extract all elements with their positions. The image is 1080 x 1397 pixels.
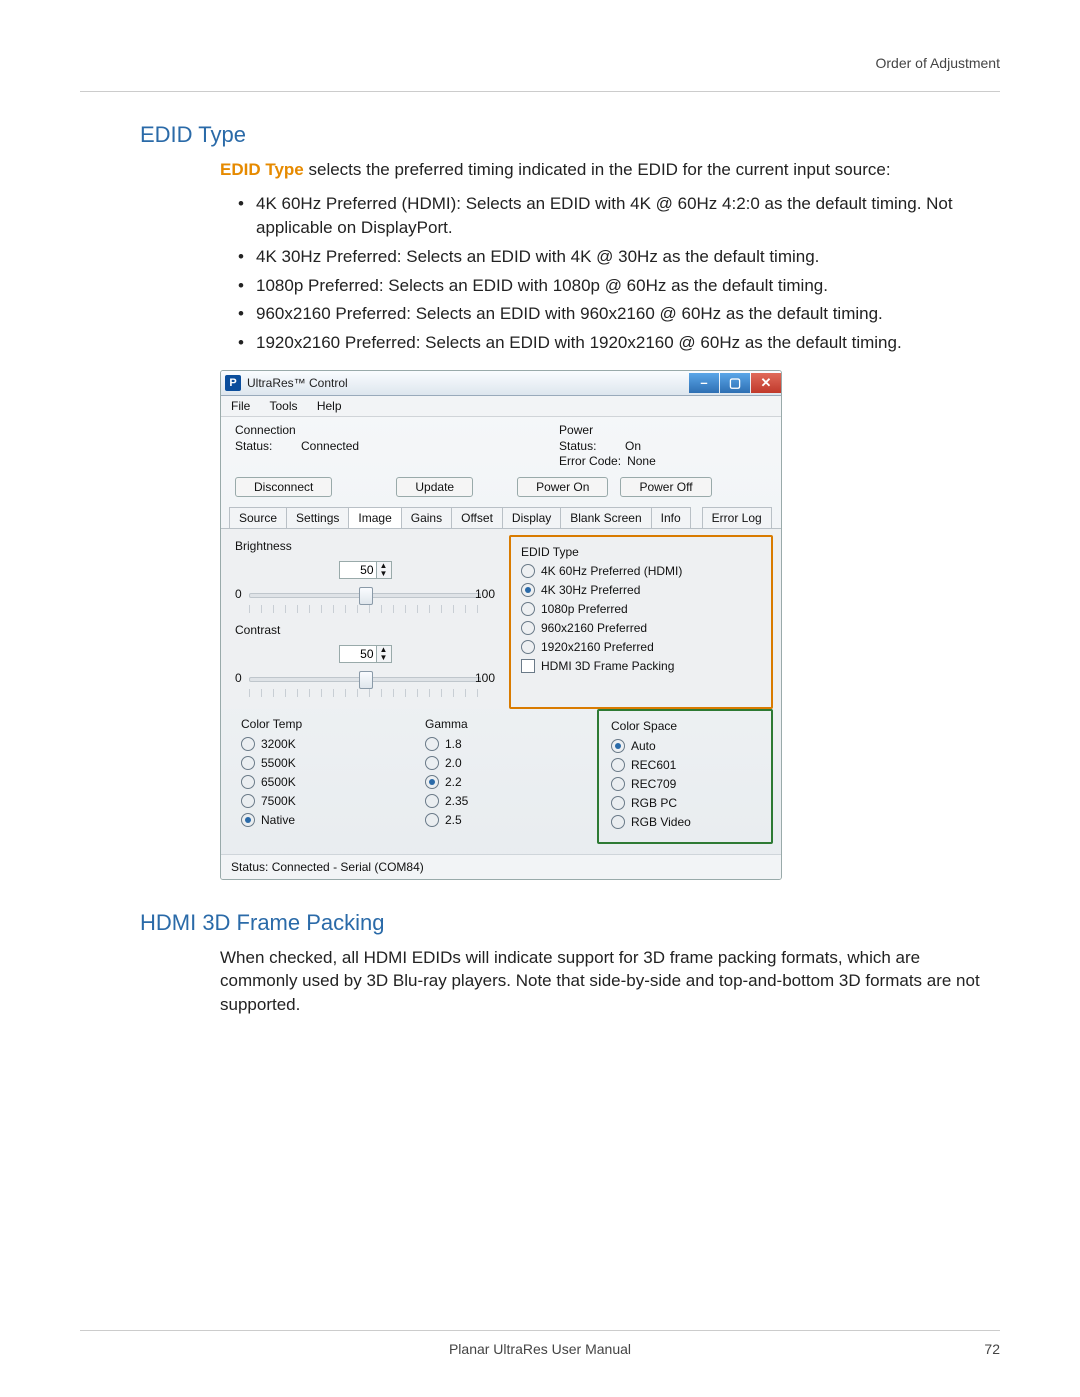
menu-bar: File Tools Help — [221, 396, 781, 417]
disconnect-button[interactable]: Disconnect — [235, 477, 332, 497]
tab-info[interactable]: Info — [651, 507, 691, 528]
radio-cs-rgbpc[interactable] — [611, 796, 625, 810]
tab-error-log[interactable]: Error Log — [702, 507, 772, 528]
color-space-panel: Color Space Auto REC601 REC709 RGB PC RG… — [597, 709, 773, 844]
contrast-label: Contrast — [235, 623, 495, 637]
edid-type-panel: EDID Type 4K 60Hz Preferred (HDMI) 4K 30… — [509, 535, 773, 709]
radio-cs-rec709[interactable] — [611, 777, 625, 791]
gamma-panel: Gamma 1.8 2.0 2.2 2.35 2.5 — [413, 709, 585, 844]
radio-g-22[interactable] — [425, 775, 439, 789]
tab-image[interactable]: Image — [348, 507, 401, 528]
menu-tools[interactable]: Tools — [269, 399, 297, 413]
radio-edid-4k60[interactable] — [521, 564, 535, 578]
bullet-item: 4K 60Hz Preferred (HDMI): Selects an EDI… — [238, 192, 986, 241]
edid-type-lead: EDID Type selects the preferred timing i… — [220, 158, 986, 182]
radio-g-235[interactable] — [425, 794, 439, 808]
power-on-button[interactable]: Power On — [517, 477, 608, 497]
radio-ct-native[interactable] — [241, 813, 255, 827]
radio-g-20[interactable] — [425, 756, 439, 770]
radio-edid-1080p[interactable] — [521, 602, 535, 616]
radio-edid-1920x2160[interactable] — [521, 640, 535, 654]
titlebar: P UltraRes™ Control – ▢ ✕ — [221, 371, 781, 396]
radio-edid-4k30[interactable] — [521, 583, 535, 597]
spin-down-icon[interactable]: ▼ — [376, 570, 391, 578]
brightness-label: Brightness — [235, 539, 495, 553]
radio-ct-7500[interactable] — [241, 794, 255, 808]
tab-offset[interactable]: Offset — [451, 507, 503, 528]
power-group: Power Status:On Error Code:None — [559, 423, 656, 469]
radio-cs-rgbvideo[interactable] — [611, 815, 625, 829]
heading-edid-type: EDID Type — [140, 122, 986, 148]
radio-cs-rec601[interactable] — [611, 758, 625, 772]
radio-g-25[interactable] — [425, 813, 439, 827]
bullet-item: 1080p Preferred: Selects an EDID with 10… — [238, 274, 986, 299]
heading-hdmi-3d: HDMI 3D Frame Packing — [140, 910, 986, 936]
menu-file[interactable]: File — [231, 399, 250, 413]
spin-down-icon[interactable]: ▼ — [376, 654, 391, 662]
contrast-slider[interactable]: 0 100 — [235, 669, 495, 687]
tab-gains[interactable]: Gains — [401, 507, 452, 528]
brightness-spinner[interactable]: ▲▼ — [339, 561, 392, 579]
bullet-item: 4K 30Hz Preferred: Selects an EDID with … — [238, 245, 986, 270]
radio-edid-960x2160[interactable] — [521, 621, 535, 635]
radio-cs-auto[interactable] — [611, 739, 625, 753]
edid-type-bullets: 4K 60Hz Preferred (HDMI): Selects an EDI… — [238, 192, 986, 356]
menu-help[interactable]: Help — [317, 399, 342, 413]
maximize-button[interactable]: ▢ — [720, 373, 750, 393]
color-temp-panel: Color Temp 3200K 5500K 6500K 7500K Nativ… — [229, 709, 401, 844]
connection-group: Connection Status:Connected — [235, 423, 359, 469]
edid-type-term: EDID Type — [220, 160, 304, 179]
contrast-spinner[interactable]: ▲▼ — [339, 645, 392, 663]
brightness-slider[interactable]: 0 100 — [235, 585, 495, 603]
window-title: UltraRes™ Control — [247, 376, 348, 390]
ultrares-control-window: P UltraRes™ Control – ▢ ✕ File Tools Hel… — [220, 370, 782, 880]
status-bar: Status: Connected - Serial (COM84) — [221, 854, 781, 879]
tab-bar: Source Settings Image Gains Offset Displ… — [221, 507, 781, 529]
tab-source[interactable]: Source — [229, 507, 287, 528]
power-off-button[interactable]: Power Off — [620, 477, 711, 497]
footer-title: Planar UltraRes User Manual — [80, 1341, 1000, 1357]
tab-blank-screen[interactable]: Blank Screen — [560, 507, 651, 528]
radio-ct-6500[interactable] — [241, 775, 255, 789]
tab-settings[interactable]: Settings — [286, 507, 349, 528]
bullet-item: 1920x2160 Preferred: Selects an EDID wit… — [238, 331, 986, 356]
app-icon: P — [225, 375, 241, 391]
contrast-input[interactable] — [340, 646, 376, 662]
radio-ct-5500[interactable] — [241, 756, 255, 770]
brightness-input[interactable] — [340, 562, 376, 578]
minimize-button[interactable]: – — [689, 373, 719, 393]
bullet-item: 960x2160 Preferred: Selects an EDID with… — [238, 302, 986, 327]
header-breadcrumb: Order of Adjustment — [80, 55, 1000, 71]
close-button[interactable]: ✕ — [751, 373, 781, 393]
radio-g-18[interactable] — [425, 737, 439, 751]
update-button[interactable]: Update — [396, 477, 473, 497]
tab-display[interactable]: Display — [502, 507, 561, 528]
hdmi-3d-text: When checked, all HDMI EDIDs will indica… — [220, 946, 986, 1017]
checkbox-hdmi-3d[interactable] — [521, 659, 535, 673]
radio-ct-3200[interactable] — [241, 737, 255, 751]
